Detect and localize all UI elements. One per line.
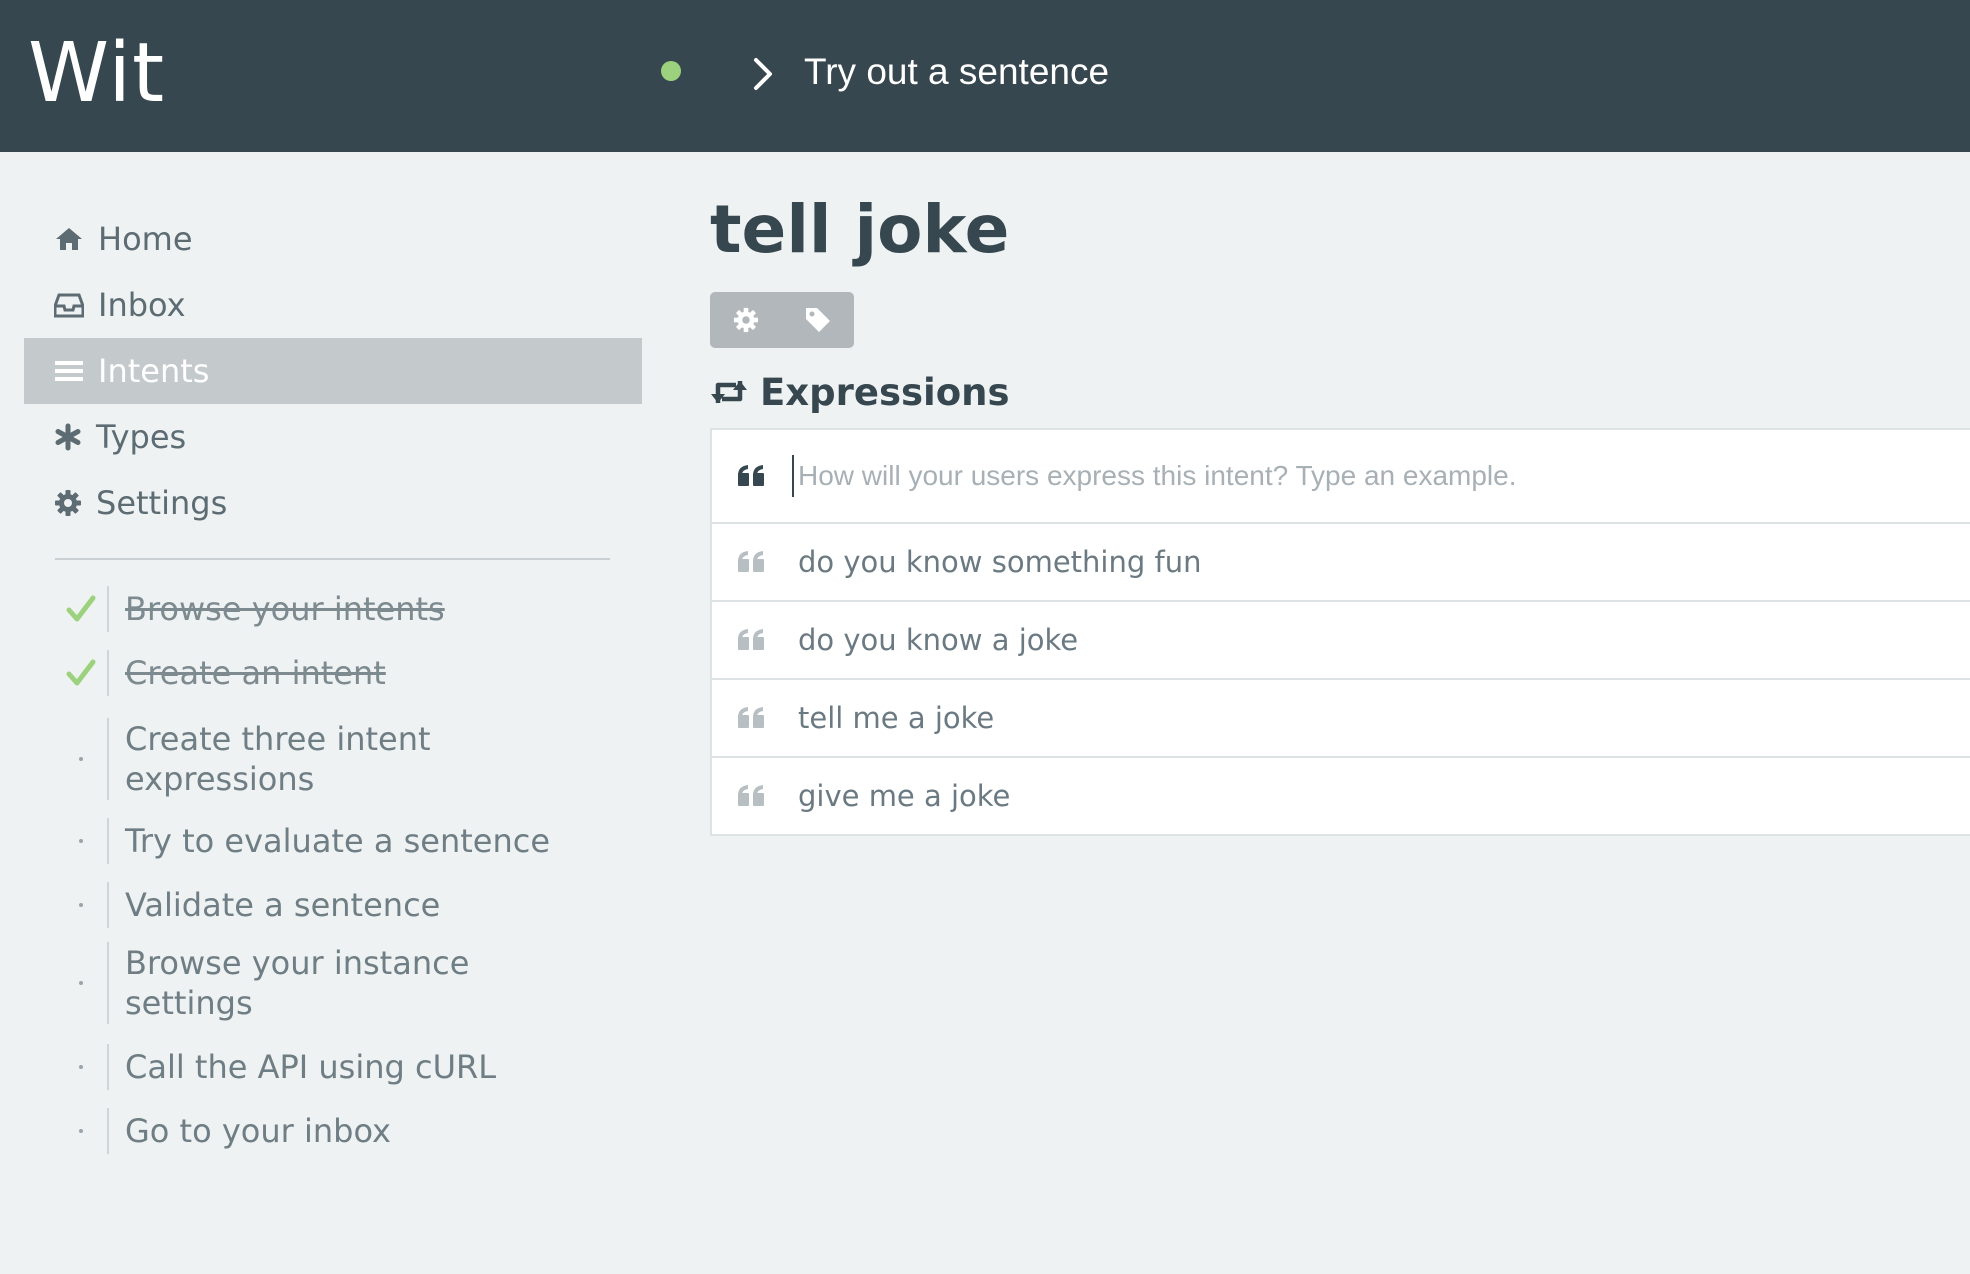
expression-input[interactable]	[792, 455, 1970, 497]
tag-icon	[806, 308, 830, 332]
expression-row[interactable]: do you know something fun	[712, 524, 1970, 602]
sidebar-item-settings[interactable]: Settings	[24, 470, 642, 536]
expressions-heading-label: Expressions	[760, 370, 1010, 414]
expressions-panel: do you know something fun do you know a …	[710, 428, 1970, 836]
bullet-icon	[79, 839, 83, 843]
list-icon	[55, 361, 83, 381]
quote-icon	[738, 785, 764, 806]
quote-icon	[738, 707, 764, 728]
task-item: Browse your instance settings	[55, 942, 615, 1024]
try-sentence-input[interactable]	[804, 44, 1504, 100]
chevron-right-icon	[754, 58, 772, 90]
page-title: tell joke	[710, 191, 1010, 268]
wit-logo[interactable]: Wit	[28, 26, 165, 122]
sidebar-item-label: Home	[98, 220, 193, 258]
task-item: Validate a sentence	[55, 882, 615, 928]
checkmark-icon	[66, 595, 96, 622]
sidebar-divider	[55, 558, 610, 560]
task-label: Create an intent	[125, 654, 386, 692]
bullet-icon	[79, 981, 83, 985]
top-bar: Wit	[0, 0, 1970, 152]
quote-icon	[738, 629, 764, 650]
intent-tag-button[interactable]	[782, 292, 854, 348]
sidebar-item-home[interactable]: Home	[24, 206, 642, 272]
sidebar-item-types[interactable]: Types	[24, 404, 642, 470]
bullet-icon	[79, 1065, 83, 1069]
gear-icon	[55, 490, 81, 516]
sidebar-item-label: Types	[96, 418, 187, 456]
expression-text: give me a joke	[798, 779, 1011, 813]
intent-settings-button[interactable]	[710, 292, 782, 348]
task-label: Create three intent expressions	[125, 720, 431, 798]
expression-text: tell me a joke	[798, 701, 995, 735]
task-label: Call the API using cURL	[125, 1048, 497, 1086]
quote-icon	[738, 465, 764, 486]
task-item: Browse your intents	[55, 586, 615, 632]
expressions-heading: Expressions	[710, 362, 1009, 422]
gear-icon	[733, 307, 759, 333]
quote-icon	[738, 551, 764, 572]
bullet-icon	[79, 757, 83, 761]
intent-toolbar	[710, 292, 854, 348]
task-item: Create an intent	[55, 650, 615, 696]
expression-input-row	[712, 430, 1970, 524]
expression-row[interactable]: give me a joke	[712, 758, 1970, 834]
sidebar-item-intents[interactable]: Intents	[24, 338, 642, 404]
task-item: Call the API using cURL	[55, 1044, 615, 1090]
bullet-icon	[79, 1129, 83, 1133]
sidebar-item-inbox[interactable]: Inbox	[24, 272, 642, 338]
sidebar: Home Inbox Intents Types Settings Browse…	[0, 152, 660, 1274]
task-label: Browse your intents	[125, 590, 445, 628]
task-item: Create three intent expressions	[55, 718, 615, 800]
task-label: Validate a sentence	[125, 886, 441, 924]
status-indicator	[661, 61, 681, 81]
inbox-icon	[54, 293, 84, 318]
task-label: Browse your instance settings	[125, 944, 470, 1022]
task-label: Try to evaluate a sentence	[125, 822, 551, 860]
home-icon	[56, 228, 82, 250]
expression-row[interactable]: tell me a joke	[712, 680, 1970, 758]
sidebar-item-label: Inbox	[98, 286, 186, 324]
task-item: Try to evaluate a sentence	[55, 818, 615, 864]
sidebar-item-label: Intents	[98, 352, 210, 390]
expression-text: do you know something fun	[798, 545, 1202, 579]
bullet-icon	[79, 903, 83, 907]
retweet-icon	[711, 381, 747, 403]
checkmark-icon	[66, 659, 96, 686]
task-item: Go to your inbox	[55, 1108, 615, 1154]
task-label: Go to your inbox	[125, 1112, 391, 1150]
asterisk-icon	[55, 423, 81, 451]
expression-row[interactable]: do you know a joke	[712, 602, 1970, 680]
expression-text: do you know a joke	[798, 623, 1079, 657]
sidebar-item-label: Settings	[96, 484, 228, 522]
